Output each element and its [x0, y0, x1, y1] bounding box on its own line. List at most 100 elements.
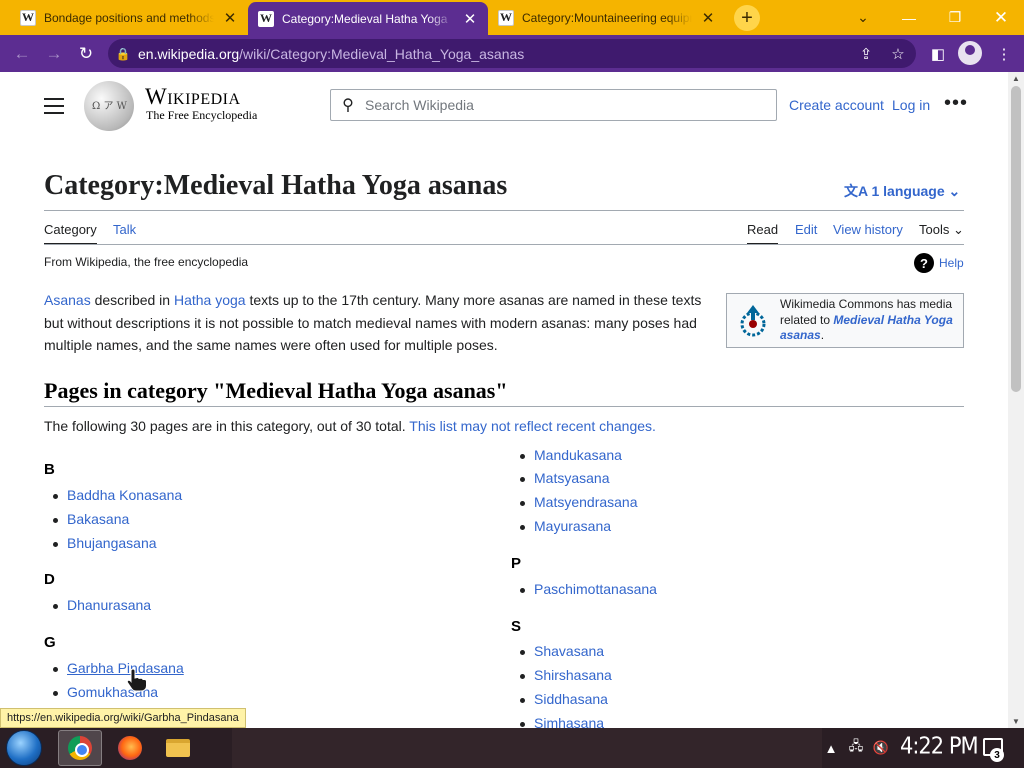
personal-tools-more-icon[interactable]: ••• — [944, 92, 968, 115]
close-tab-icon[interactable]: ✕ — [462, 10, 478, 28]
language-button[interactable]: 文A 1 language ⌄ — [844, 181, 960, 201]
wikimedia-commons-icon — [740, 305, 766, 337]
list-item[interactable]: Bakasana — [52, 511, 129, 527]
notification-count-badge: 3 — [990, 748, 1004, 762]
search-input[interactable]: ⚲ Search Wikipedia — [330, 89, 777, 121]
help-icon[interactable]: ? — [914, 253, 934, 273]
desktop-wallpaper-strip — [232, 728, 822, 768]
chrome-icon — [68, 736, 92, 760]
asanas-link[interactable]: Asanas — [44, 292, 91, 308]
list-item[interactable]: Matsyendrasana — [520, 494, 638, 510]
folder-icon — [166, 739, 190, 757]
tab-mountaineering[interactable]: W Category:Mountaineering equipment ✕ — [488, 0, 726, 35]
category-description: Asanas described in Hatha yoga texts up … — [44, 292, 702, 353]
group-letter: B — [44, 461, 55, 478]
url-text: en.wikipedia.org/wiki/Category:Medieval_… — [138, 45, 525, 62]
chevron-down-icon: ⌄ — [952, 222, 964, 237]
scroll-up-icon[interactable]: ▲ — [1008, 74, 1024, 83]
address-bar[interactable]: 🔒 en.wikipedia.org/wiki/Category:Medieva… — [108, 39, 916, 68]
taskbar-explorer[interactable] — [156, 730, 200, 766]
start-button[interactable] — [6, 730, 42, 766]
page-title: Category:Medieval Hatha Yoga asanas — [44, 170, 508, 201]
system-clock[interactable]: 4:22 PM — [900, 733, 979, 759]
tab-title: Category:Medieval Hatha Yoga — [282, 11, 448, 26]
tab-read[interactable]: Read — [747, 222, 779, 245]
tab-strip: W Bondage positions and methods ✕ W Cate… — [0, 0, 1024, 35]
list-item[interactable]: Matsyasana — [519, 470, 609, 486]
back-icon[interactable]: ← — [10, 42, 34, 66]
status-bar-url: https://en.wikipedia.org/wiki/Garbha_Pin… — [0, 708, 246, 728]
tools-menu[interactable]: Tools ⌄ — [919, 222, 964, 238]
search-placeholder: Search Wikipedia — [365, 97, 474, 113]
list-item[interactable]: Mandukasana — [520, 447, 622, 463]
create-account-link[interactable]: Create account — [789, 97, 884, 113]
list-item[interactable]: Shirshasana — [520, 667, 612, 683]
network-icon[interactable]: 🖧 — [844, 728, 868, 768]
profile-avatar[interactable] — [958, 41, 982, 65]
maximize-icon[interactable]: ❐ — [932, 0, 978, 35]
wikipedia-tagline: The Free Encyclopedia — [146, 108, 258, 122]
scrollbar-thumb[interactable] — [1011, 86, 1021, 392]
pages-count-text: The following 30 pages are in this categ… — [44, 418, 656, 434]
list-item[interactable]: Simhasana — [519, 715, 604, 728]
tray-expand-icon[interactable]: ▲ — [822, 728, 840, 768]
reload-icon[interactable]: ↻ — [74, 42, 98, 66]
tagline-from-wikipedia: From Wikipedia, the free encyclopedia — [44, 255, 249, 269]
taskbar-chrome[interactable] — [58, 730, 102, 766]
group-letter: D — [44, 571, 55, 588]
title-divider — [44, 210, 964, 211]
list-item[interactable]: Bhujangasana — [53, 535, 157, 551]
search-icon: ⚲ — [342, 97, 354, 114]
firefox-icon — [118, 736, 142, 760]
tab-title: Bondage positions and methods — [44, 10, 214, 25]
main-menu-icon[interactable] — [44, 98, 64, 114]
tab-view-history[interactable]: View history — [833, 222, 903, 237]
minimize-icon[interactable]: — — [886, 0, 932, 35]
close-window-icon[interactable]: ✕ — [978, 0, 1024, 35]
translate-icon: 文A — [844, 183, 872, 199]
wikipedia-wordmark[interactable]: Wikipedia — [145, 84, 241, 110]
browser-menu-icon[interactable]: ⋮ — [992, 42, 1016, 66]
bookmark-star-icon[interactable]: ☆ — [884, 39, 912, 68]
section-heading: Pages in category "Medieval Hatha Yoga a… — [44, 378, 508, 403]
tab-bondage[interactable]: W Bondage positions and methods ✕ — [10, 0, 248, 35]
tab-search-icon[interactable]: ⌄ — [840, 0, 886, 35]
hand-pointer-cursor-icon — [126, 668, 147, 692]
page-scrollbar[interactable]: ▲ ▼ — [1008, 72, 1024, 728]
list-item[interactable]: Baddha Konasana — [52, 487, 182, 503]
wikipedia-favicon-icon: W — [20, 9, 36, 26]
help-link[interactable]: Help — [939, 256, 964, 270]
scroll-down-icon[interactable]: ▼ — [1008, 717, 1024, 726]
forward-icon[interactable]: → — [42, 42, 66, 66]
windows-taskbar: ▲ 🖧 🔇 4:22 PM 3 — [0, 728, 1024, 768]
wikipedia-page: Wikipedia The Free Encyclopedia ⚲ Search… — [0, 72, 1008, 728]
list-item[interactable]: Shavasana — [519, 643, 604, 659]
log-in-link[interactable]: Log in — [892, 97, 930, 113]
new-tab-button[interactable]: + — [734, 5, 760, 31]
group-letter: P — [511, 555, 522, 572]
close-tab-icon[interactable]: ✕ — [700, 9, 716, 27]
section-divider — [44, 406, 964, 407]
tab-edit[interactable]: Edit — [795, 222, 817, 237]
volume-muted-icon[interactable]: 🔇 — [870, 728, 892, 768]
tab-medieval-hatha-yoga[interactable]: W Category:Medieval Hatha Yoga ✕ — [248, 2, 488, 35]
side-panel-icon[interactable]: ◧ — [926, 42, 950, 66]
tab-talk[interactable]: Talk — [113, 222, 136, 237]
tab-category[interactable]: Category — [44, 222, 97, 245]
close-tab-icon[interactable]: ✕ — [222, 9, 238, 27]
commons-box: Wikimedia Commons has media related to M… — [726, 293, 964, 348]
share-icon[interactable]: ⇪ — [852, 39, 880, 68]
list-item[interactable]: Paschimottanasana — [520, 581, 657, 597]
list-item[interactable]: Mayurasana — [519, 518, 611, 534]
hatha-yoga-link[interactable]: Hatha yoga — [174, 292, 246, 308]
group-letter: G — [44, 634, 56, 651]
wikipedia-globe-logo[interactable] — [84, 81, 134, 131]
recent-changes-link[interactable]: This list may not reflect recent changes… — [409, 418, 656, 434]
list-item[interactable]: Siddhasana — [520, 691, 608, 707]
chevron-down-icon: ⌄ — [948, 183, 961, 199]
taskbar-firefox[interactable] — [108, 730, 152, 766]
list-item[interactable]: Dhanurasana — [52, 597, 151, 613]
lock-icon[interactable]: 🔒 — [108, 47, 138, 61]
group-letter: S — [511, 618, 522, 635]
wikipedia-favicon-icon: W — [258, 10, 274, 27]
